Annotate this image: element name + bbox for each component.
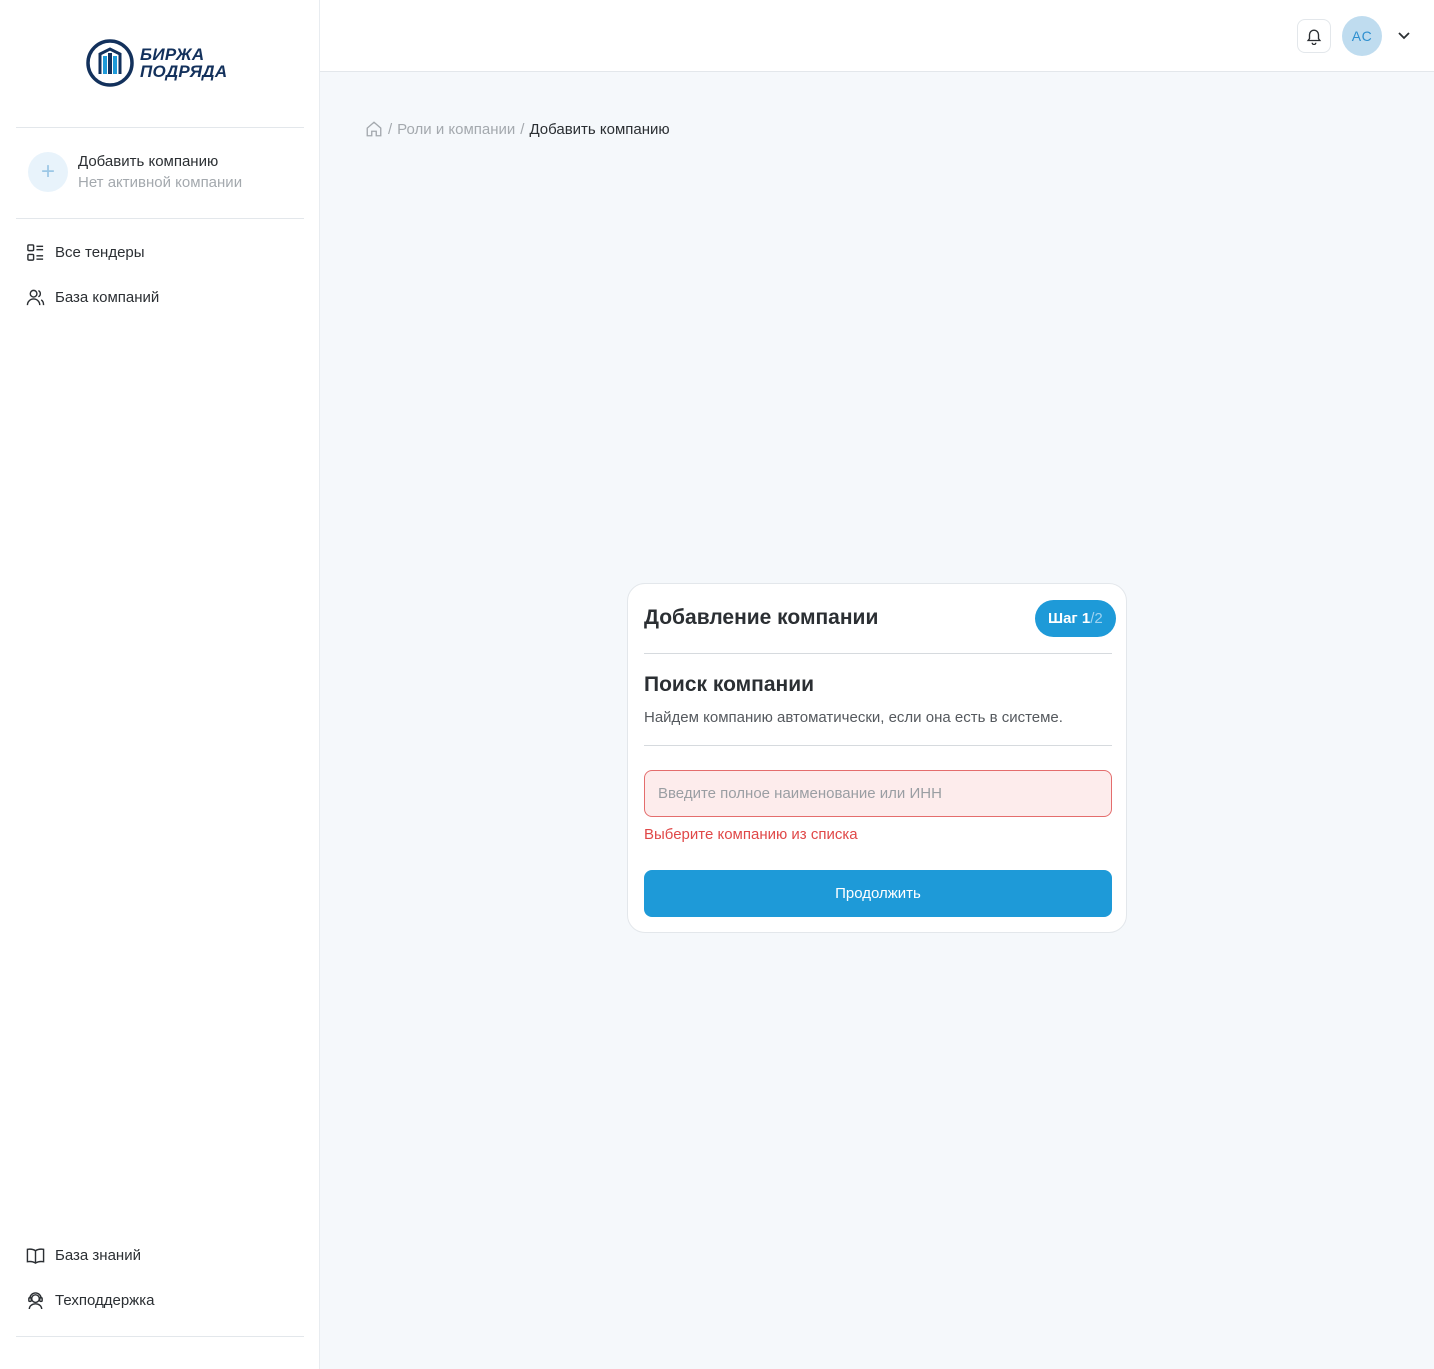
sidebar-item-label: База знаний — [55, 1247, 141, 1264]
divider — [644, 745, 1112, 746]
book-icon — [26, 1248, 45, 1264]
notifications-button[interactable] — [1297, 19, 1331, 53]
sidebar-item-support[interactable]: Техподдержка — [26, 1291, 154, 1310]
continue-button[interactable]: Продолжить — [644, 870, 1112, 917]
sidebar: БИРЖА ПОДРЯДА + Добавить компанию Нет ак… — [0, 0, 320, 1369]
step-badge: Шаг 1/2 — [1035, 600, 1116, 637]
card-title: Добавление компании — [644, 606, 879, 629]
plus-icon: + — [28, 152, 68, 192]
brand-name: БИРЖА ПОДРЯДА — [140, 46, 227, 80]
logo-icon — [86, 39, 134, 87]
add-company-card: Добавление компании Шаг 1/2 Поиск компан… — [627, 583, 1127, 933]
divider — [16, 127, 304, 128]
headset-icon — [28, 1292, 43, 1310]
divider — [644, 653, 1112, 654]
breadcrumb-separator: / — [388, 120, 393, 138]
sidebar-item-label: База компаний — [55, 289, 160, 306]
step-total: /2 — [1090, 610, 1103, 627]
breadcrumb: / Роли и компании / Добавить компанию — [365, 120, 670, 138]
add-company-title: Добавить компанию — [78, 153, 219, 170]
breadcrumb-current: Добавить компанию — [529, 120, 670, 138]
sidebar-item-all-tenders[interactable]: Все тендеры — [26, 243, 145, 262]
breadcrumb-separator: / — [520, 120, 525, 138]
step-current: Шаг 1 — [1048, 610, 1091, 627]
brand-line-2: ПОДРЯДА — [140, 62, 228, 81]
bell-icon — [1306, 29, 1322, 45]
sidebar-item-label: Техподдержка — [55, 1292, 155, 1309]
add-company-selector[interactable]: + Добавить компанию Нет активной компани… — [28, 152, 242, 192]
chevron-down-icon[interactable] — [1396, 27, 1412, 43]
user-avatar[interactable]: AC — [1342, 16, 1382, 56]
section-title: Поиск компании — [644, 673, 815, 696]
list-icon — [27, 244, 44, 261]
company-search-input[interactable] — [644, 770, 1112, 817]
divider — [16, 218, 304, 219]
breadcrumb-roles-companies[interactable]: Роли и компании — [397, 121, 515, 138]
sidebar-item-companies[interactable]: База компаний — [26, 288, 159, 307]
home-icon[interactable] — [365, 120, 383, 138]
sidebar-item-label: Все тендеры — [55, 244, 145, 261]
section-description: Найдем компанию автоматически, если она … — [644, 709, 1063, 726]
brand-logo[interactable]: БИРЖА ПОДРЯДА — [86, 38, 227, 88]
sidebar-item-knowledge-base[interactable]: База знаний — [26, 1246, 141, 1265]
error-message: Выберите компанию из списка — [644, 826, 858, 843]
users-icon — [26, 289, 45, 306]
brand-line-1: БИРЖА — [140, 45, 205, 64]
active-company-status: Нет активной компании — [78, 174, 243, 191]
divider — [16, 1336, 304, 1337]
top-header: AC — [320, 0, 1434, 72]
